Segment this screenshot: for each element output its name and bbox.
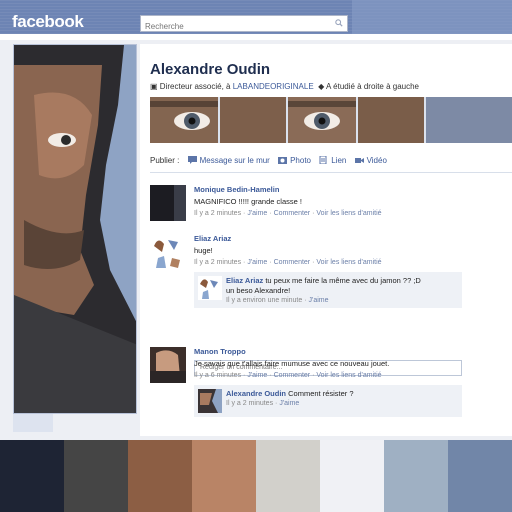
post-time: Il y a 2 minutes	[194, 210, 242, 217]
photo-strip[interactable]	[150, 97, 512, 143]
post-meta: Il y a 6 minutes · J'aime · Commenter · …	[194, 372, 382, 379]
facebook-logo[interactable]: facebook	[12, 12, 84, 32]
color-swatch	[256, 440, 320, 512]
comment: Alexandre Oudin Comment résister ? Il y …	[194, 385, 462, 417]
like-link[interactable]: J'aime	[279, 400, 299, 407]
comment-author[interactable]: Alexandre Oudin	[226, 389, 286, 398]
wall-post: Manon Troppo Je savais que t'allais fair…	[150, 347, 480, 437]
post-time: Il y a 2 minutes	[194, 259, 242, 266]
avatar[interactable]	[198, 389, 222, 413]
like-link[interactable]: J'aime	[247, 372, 267, 379]
wall-post: Eliaz Ariaz huge! Il y a 2 minutes · J'a…	[150, 234, 480, 376]
like-link[interactable]: J'aime	[309, 297, 329, 304]
post-time: Il y a 6 minutes	[194, 372, 242, 379]
comment-link[interactable]: Commenter	[274, 259, 311, 266]
wall-post-icon	[187, 156, 197, 164]
color-palette	[0, 440, 512, 512]
education-text: A étudié à droite à gauche	[326, 82, 420, 91]
post-author[interactable]: Monique Bedin-Hamelin	[194, 185, 279, 194]
publisher-label: Publier :	[150, 156, 180, 165]
comment-line-1: Comment résister ?	[288, 389, 354, 398]
publish-video-button[interactable]: Vidéo	[354, 156, 387, 165]
comment-meta: Il y a 2 minutes · J'aime	[226, 400, 300, 407]
job-prefix: Directeur associé, à	[159, 82, 231, 91]
main-panel: Alexandre Oudin ▣ Directeur associé, à L…	[140, 44, 512, 436]
publish-photo-button[interactable]: Photo	[278, 156, 313, 165]
profile-name: Alexandre Oudin	[150, 61, 271, 78]
avatar[interactable]	[150, 185, 186, 221]
post-author[interactable]: Eliaz Ariaz	[194, 234, 231, 243]
camera-icon	[278, 157, 288, 164]
top-bar-band	[0, 34, 512, 40]
search-input[interactable]	[141, 19, 329, 34]
like-link[interactable]: J'aime	[247, 210, 267, 217]
comment-text: Eliaz Ariaz tu peux me faire la même ave…	[226, 276, 421, 296]
photo-tab	[13, 414, 53, 432]
post-text: MAGNIFICO !!!!! grande classe !	[194, 197, 302, 206]
avatar[interactable]	[150, 347, 186, 383]
color-swatch	[192, 440, 256, 512]
post-text: huge!	[194, 246, 213, 255]
link-icon	[319, 156, 327, 164]
color-swatch	[64, 440, 128, 512]
color-swatch	[448, 440, 512, 512]
company-link[interactable]: LABANDEORIGINALE	[233, 82, 314, 91]
comment-link[interactable]: Commenter	[274, 372, 311, 379]
comment-line-1: tu peux me faire la même avec du jamon ?…	[265, 276, 421, 285]
color-swatch	[384, 440, 448, 512]
avatar[interactable]	[198, 276, 222, 300]
post-author[interactable]: Manon Troppo	[194, 347, 246, 356]
publish-photo-label: Photo	[290, 156, 311, 165]
post-meta: Il y a 2 minutes · J'aime · Commenter · …	[194, 259, 382, 266]
color-swatch	[320, 440, 384, 512]
color-swatch	[128, 440, 192, 512]
comment-author[interactable]: Eliaz Ariaz	[226, 276, 263, 285]
profile-photo[interactable]	[13, 44, 137, 414]
publish-link-button[interactable]: Lien	[319, 156, 348, 165]
like-link[interactable]: J'aime	[247, 259, 267, 266]
comment-link[interactable]: Commenter	[274, 210, 311, 217]
color-swatch	[0, 440, 64, 512]
publish-message-button[interactable]: Message sur le mur	[187, 156, 272, 165]
publisher-bar: Publier : Message sur le mur Photo Lien …	[150, 156, 387, 165]
video-camera-icon	[354, 158, 364, 163]
friendship-link[interactable]: Voir les liens d'amitié	[316, 372, 381, 379]
friendship-link[interactable]: Voir les liens d'amitié	[316, 259, 381, 266]
education-icon: ◆	[318, 82, 325, 91]
friendship-link[interactable]: Voir les liens d'amitié	[316, 210, 381, 217]
publish-video-label: Vidéo	[366, 156, 387, 165]
search-box[interactable]	[140, 15, 348, 34]
comment: Eliaz Ariaz tu peux me faire la même ave…	[194, 272, 462, 308]
comment-time: Il y a environ une minute	[226, 297, 303, 304]
post-meta: Il y a 2 minutes · J'aime · Commenter · …	[194, 210, 382, 217]
publish-link-label: Lien	[331, 156, 347, 165]
comment-time: Il y a 2 minutes	[226, 400, 274, 407]
comment-meta: Il y a environ une minute · J'aime	[226, 297, 329, 304]
profile-info: ▣ Directeur associé, à LABANDEORIGINALE …	[150, 82, 419, 91]
post-text: Je savais que t'allais faire mumuse avec…	[194, 359, 390, 368]
divider	[150, 172, 512, 173]
comment-text: Alexandre Oudin Comment résister ?	[226, 389, 354, 399]
avatar[interactable]	[150, 234, 186, 270]
publish-message-label: Message sur le mur	[199, 156, 270, 165]
comment-line-2: un beso Alexandre!	[226, 286, 291, 295]
briefcase-icon: ▣	[150, 82, 158, 91]
wall-post: Monique Bedin-Hamelin MAGNIFICO !!!!! gr…	[150, 185, 480, 225]
photo-strip-image	[150, 97, 512, 143]
search-icon[interactable]	[335, 19, 343, 27]
